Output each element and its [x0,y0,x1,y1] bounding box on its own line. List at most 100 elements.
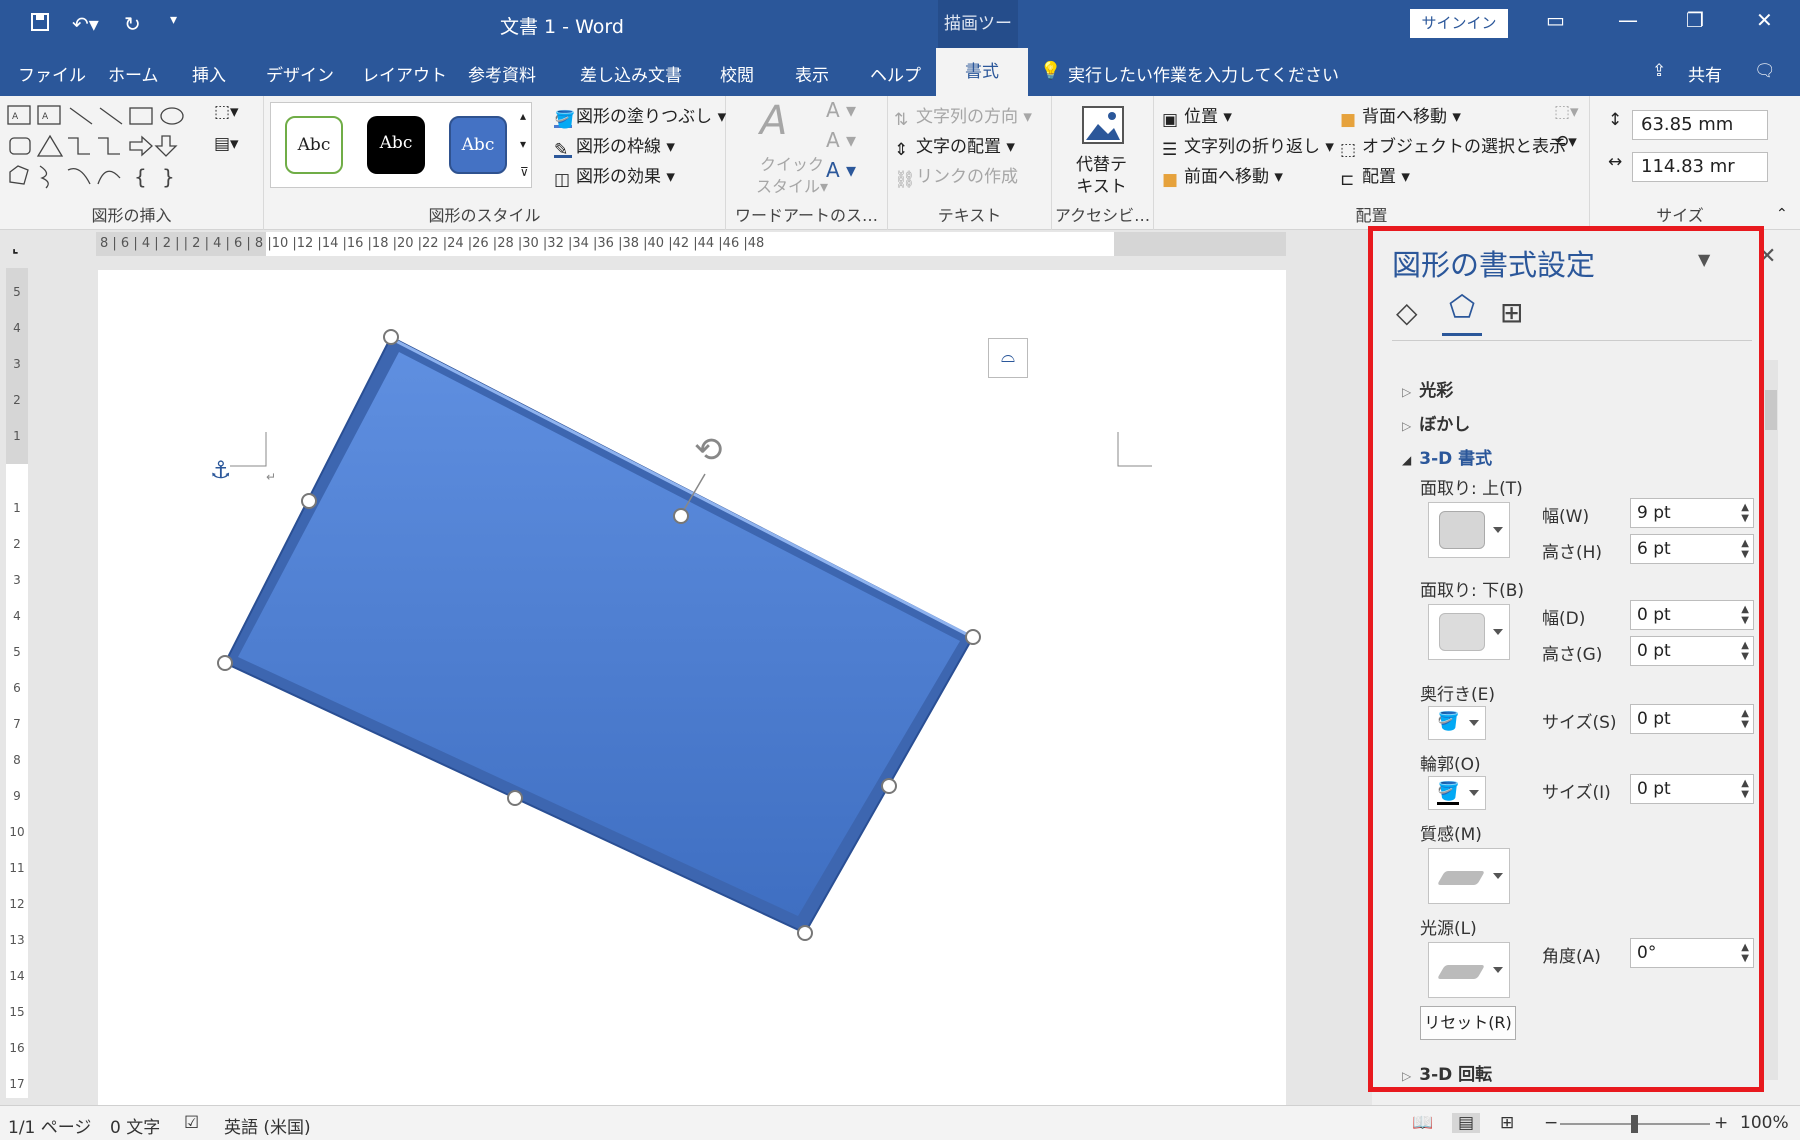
gallery-scroll-icon[interactable]: ▴ ▾ ⊽ [520,102,529,186]
position-button[interactable]: ▣ 位置 ▾ [1162,102,1232,130]
bevel-top-height-input[interactable]: 6 pt ▲ ▼ [1630,534,1754,564]
tab-insert[interactable]: 挿入 [192,61,226,86]
style-sample-black[interactable]: Abc [367,116,425,174]
selection-pane-button[interactable]: ⬚ オブジェクトの選択と表示 [1340,132,1566,160]
shape-fill-button[interactable]: 🪣図形の塗りつぶし ▾ [554,102,726,130]
text-fill-icon[interactable]: A ▾ [826,98,856,122]
send-backward-button[interactable]: ■ 背面へ移動 ▾ [1340,102,1461,130]
shape-height-input[interactable]: 63.85 mm [1632,110,1768,140]
material-picker[interactable] [1428,848,1510,904]
tab-home[interactable]: ホーム [108,61,159,86]
pane-options-icon[interactable]: ▼ [1698,250,1710,269]
bevel-top-width-input[interactable]: 9 pt ▲ ▼ [1630,498,1754,528]
tab-format[interactable]: 書式 [936,48,1028,96]
text-effects-icon[interactable]: A ▾ [826,158,856,182]
bevel-bottom-width-input[interactable]: 0 pt ▲ ▼ [1630,600,1754,630]
close-pane-icon[interactable]: ✕ [1758,244,1776,269]
tab-help[interactable]: ヘルプ [870,61,921,86]
tab-layout[interactable]: レイアウト [362,61,447,86]
save-icon[interactable] [30,12,50,37]
ruler-tick-label: 16 [9,1041,25,1055]
shape-outline-button[interactable]: ✎ 図形の枠線 ▾ [554,132,675,160]
proofing-icon[interactable]: ☑ [184,1113,199,1133]
tab-selector-icon[interactable]: ⌞ [12,240,19,256]
rotate-handle-icon[interactable]: ⟲ [694,430,723,470]
share-button[interactable]: 共有 [1688,61,1722,86]
collapse-ribbon-icon[interactable]: ⌃ [1776,206,1788,222]
section-3d-format[interactable]: ◢ 3-D 書式 [1402,444,1492,469]
undo-icon[interactable]: ↶▾ [72,12,99,36]
bring-forward-button[interactable]: ■ 前面へ移動 ▾ [1162,162,1283,190]
align-button[interactable]: ⊏ 配置 ▾ [1340,162,1410,190]
text-direction-button[interactable]: ⇅ 文字列の方向 ▾ [894,102,1032,130]
tab-design[interactable]: デザイン [266,61,334,86]
lighting-picker[interactable] [1428,942,1510,998]
tab-review[interactable]: 校閲 [720,61,754,86]
alt-text-button[interactable]: 代替テ キスト [1076,154,1127,198]
quick-styles-button[interactable]: クイック スタイル▾ [756,154,828,198]
word-count[interactable]: 0 文字 [110,1113,160,1138]
layout-properties-icon[interactable]: ⊞ [1500,296,1523,329]
depth-size-label: サイズ(S) [1542,713,1617,733]
bevel-bottom-picker[interactable] [1428,604,1510,660]
blue-rectangle-shape[interactable] [223,335,975,935]
section-3d-rotation[interactable]: ▷ 3-D 回転 [1402,1060,1492,1085]
ribbon-display-icon[interactable]: ▭ [1546,8,1565,32]
shape-gallery[interactable]: A A {} [6,104,206,194]
document-page[interactable]: ⟲ ⚓ ↵ ⌓ [98,270,1286,1105]
depth-size-input[interactable]: 0 pt ▲ ▼ [1630,704,1754,734]
shape-width-input[interactable]: 114.83 mr [1632,152,1768,182]
pencil-icon: ✎ [554,140,572,160]
textbox-icon[interactable]: ▤▾ [214,134,239,154]
zoom-in-icon[interactable]: + [1714,1113,1728,1133]
page-count[interactable]: 1/1 ページ [8,1113,91,1138]
pane-scrollbar[interactable] [1764,360,1778,1080]
style-sample-blue[interactable]: Abc [449,116,507,174]
signin-button[interactable]: サインイン [1410,9,1508,38]
edit-shape-icon[interactable]: ⬚▾ [214,102,239,122]
zoom-slider[interactable] [1560,1115,1710,1133]
shape-effects-button[interactable]: ◫ 図形の効果 ▾ [554,162,675,190]
bevel-top-picker[interactable] [1428,502,1510,558]
tab-mailings[interactable]: 差し込み文書 [580,61,682,86]
align-text-button[interactable]: ⇕ 文字の配置 ▾ [894,132,1015,160]
bevel-bottom-height-input[interactable]: 0 pt ▲ ▼ [1630,636,1754,666]
tab-references[interactable]: 参考資料 [468,61,536,86]
group-shape-styles: Abc Abc Abc ▴ ▾ ⊽ 🪣図形の塗りつぶし ▾ ✎ 図形の枠線 ▾ ◫ 図形… [264,96,726,230]
web-layout-icon[interactable]: ⊞ [1500,1113,1514,1133]
comments-icon[interactable]: 🗨 [1754,61,1776,81]
minimize-icon[interactable]: — [1618,8,1638,32]
customize-qat-icon[interactable]: ▾ [170,12,177,28]
wrap-text-button[interactable]: ☰ 文字列の折り返し ▾ [1162,132,1334,160]
zoom-out-icon[interactable]: − [1544,1113,1558,1133]
group-label: サイズ [1656,206,1704,225]
effects-tab[interactable]: ⬠ [1442,290,1482,336]
layout-options-icon[interactable]: ⌓ [988,338,1028,378]
section-glow[interactable]: ▷ 光彩 [1402,376,1453,401]
tab-file[interactable]: ファイル [18,61,86,86]
tell-me-search[interactable]: 実行したい作業を入力してください [1068,61,1339,86]
print-layout-icon[interactable]: ▤ [1452,1113,1481,1133]
share-icon[interactable]: ⇪ [1652,61,1666,81]
rotate-icon[interactable]: ⟲▾ [1554,132,1577,152]
restore-icon[interactable]: ❐ [1686,8,1704,32]
close-icon[interactable]: ✕ [1756,8,1773,32]
section-blur[interactable]: ▷ ぼかし [1402,410,1470,435]
ruler-tick-label [9,454,25,490]
group-objects-icon[interactable]: ⬚▾ [1554,102,1579,122]
contour-color-picker[interactable]: 🪣 [1428,776,1486,810]
language-indicator[interactable]: 英語 (米国) [224,1113,311,1138]
depth-color-picker[interactable]: 🪣 [1428,706,1486,740]
fill-line-icon[interactable]: ◇ [1396,296,1418,329]
style-sample-outline[interactable]: Abc [285,116,343,174]
zoom-level[interactable]: 100% [1740,1113,1789,1133]
redo-icon[interactable]: ↻ [124,12,141,36]
title-bar: ↶▾ ↻ ▾ 文書 1 - Word 描画ツール サインイン ▭ — ❐ ✕ [0,0,1800,82]
lighting-angle-input[interactable]: 0° ▲ ▼ [1630,938,1754,968]
text-outline-icon[interactable]: A ▾ [826,128,856,152]
read-mode-icon[interactable]: 📖 [1412,1113,1433,1133]
tab-view[interactable]: 表示 [795,61,829,86]
reset-button[interactable]: リセット(R) [1420,1006,1516,1040]
contour-size-input[interactable]: 0 pt ▲ ▼ [1630,774,1754,804]
create-link-button[interactable]: ⛓リンクの作成 [894,162,1018,190]
